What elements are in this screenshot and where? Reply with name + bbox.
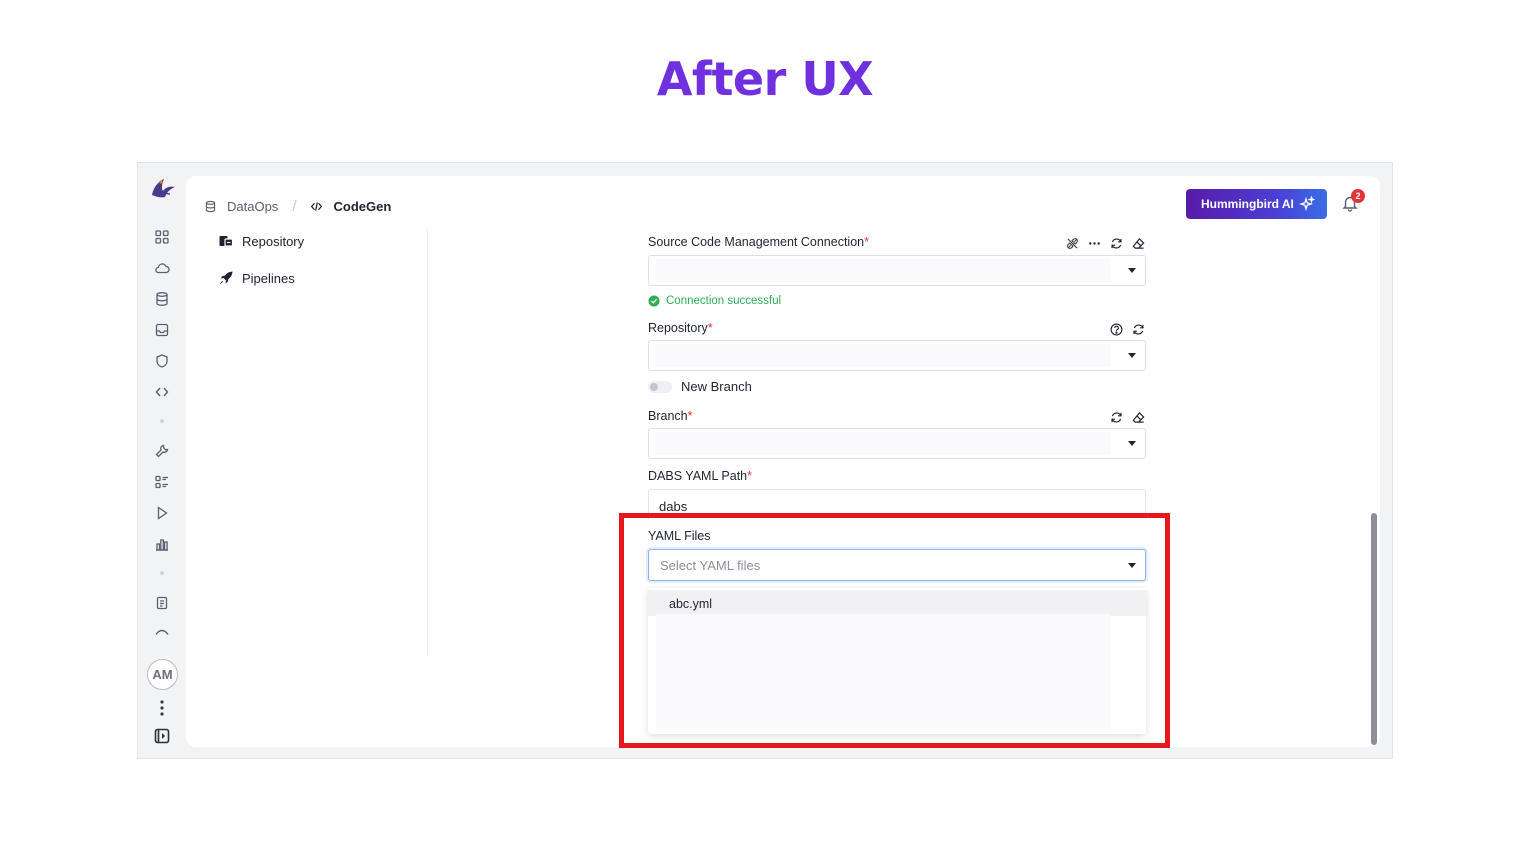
codegen-subnav: Repository Pipelines <box>218 228 428 656</box>
branch-select[interactable] <box>648 428 1146 459</box>
dropdown-option[interactable]: abc.yml <box>648 590 1146 616</box>
repository-select[interactable] <box>648 340 1146 371</box>
rail-divider <box>160 419 164 423</box>
caret-down-icon <box>1128 353 1136 358</box>
dashboard-icon[interactable] <box>154 229 170 245</box>
connection-status-text: Connection successful <box>666 295 782 307</box>
hummingbird-ai-button[interactable]: Hummingbird AI <box>1186 189 1327 219</box>
clipboard-icon[interactable] <box>154 595 170 611</box>
yaml-files-select[interactable]: Select YAML files <box>648 549 1146 581</box>
subnav-item-label: Repository <box>242 233 305 249</box>
shield-icon[interactable] <box>154 353 170 369</box>
caret-down-icon <box>1128 441 1136 446</box>
slide-title: After UX <box>656 52 874 106</box>
yaml-files-dropdown: abc.yml <box>648 588 1146 734</box>
select-value-area <box>656 259 1111 282</box>
breadcrumb-separator: / <box>292 197 297 215</box>
breadcrumb-dataops[interactable]: DataOps <box>227 199 278 214</box>
play-icon[interactable] <box>154 505 170 521</box>
dabs-yaml-path-input[interactable]: dabs <box>648 489 1146 519</box>
new-branch-row: New Branch <box>648 379 752 394</box>
code-icon <box>311 201 323 211</box>
cloud-icon[interactable] <box>154 260 170 276</box>
rocket-icon <box>219 271 233 285</box>
help-icon[interactable] <box>1110 323 1123 336</box>
dabs-yaml-path-label: DABS YAML Path* <box>648 469 752 483</box>
new-branch-label: New Branch <box>681 379 752 394</box>
main-card: DataOps / CodeGen Hummingbird AI 2 Repos… <box>186 176 1380 747</box>
eye-icon[interactable] <box>154 625 170 641</box>
collapse-sidebar-icon[interactable] <box>154 728 170 744</box>
refresh-icon[interactable] <box>1132 323 1145 336</box>
code-icon[interactable] <box>154 384 170 400</box>
branch-actions <box>1110 411 1145 424</box>
eraser-icon[interactable] <box>1132 237 1145 250</box>
subnav-item-label: Pipelines <box>242 270 295 286</box>
new-branch-toggle[interactable] <box>648 380 672 393</box>
scm-connection-label: Source Code Management Connection* <box>648 235 869 249</box>
hummingbird-logo-icon[interactable] <box>148 175 178 201</box>
yaml-files-placeholder: Select YAML files <box>660 558 761 573</box>
codegen-form: Source Code Management Connection* Conne… <box>648 176 1148 747</box>
repository-label: Repository* <box>648 321 713 335</box>
wrench-icon[interactable] <box>154 443 170 459</box>
branch-label: Branch* <box>648 409 693 423</box>
inbox-icon[interactable] <box>154 322 170 338</box>
dropdown-empty-area <box>656 614 1111 729</box>
subnav-item-repository[interactable]: Repository <box>218 230 304 252</box>
check-circle-icon <box>648 295 660 307</box>
breadcrumb-codegen[interactable]: CodeGen <box>333 199 391 214</box>
app-window: AM DataOps / CodeGen Hummingbird AI 2 Re… <box>137 162 1393 759</box>
more-horizontal-icon[interactable] <box>1088 237 1101 250</box>
connection-status: Connection successful <box>648 295 781 307</box>
refresh-icon[interactable] <box>1110 411 1123 424</box>
subnav-item-pipelines[interactable]: Pipelines <box>218 267 295 289</box>
more-vertical-icon[interactable] <box>160 700 164 716</box>
scrollbar[interactable] <box>1371 513 1377 745</box>
eraser-icon[interactable] <box>1132 411 1145 424</box>
database-icon[interactable] <box>154 291 170 307</box>
list-icon[interactable] <box>154 474 170 490</box>
refresh-icon[interactable] <box>1110 237 1123 250</box>
rail-divider <box>160 571 164 575</box>
avatar[interactable]: AM <box>147 659 178 690</box>
breadcrumb: DataOps / CodeGen <box>204 196 391 216</box>
sparkle-icon <box>1299 196 1315 212</box>
scm-connection-select[interactable] <box>648 255 1146 286</box>
caret-down-icon <box>1128 563 1136 568</box>
select-value-area <box>656 344 1111 367</box>
repository-actions <box>1110 323 1145 336</box>
scm-connection-actions <box>1066 237 1145 250</box>
hummingbird-ai-label: Hummingbird AI <box>1201 197 1294 211</box>
caret-down-icon <box>1128 268 1136 273</box>
bar-chart-icon[interactable] <box>154 536 170 552</box>
disconnect-icon[interactable] <box>1066 237 1079 250</box>
yaml-files-label: YAML Files <box>648 529 711 543</box>
database-icon <box>205 200 216 212</box>
select-value-area <box>656 432 1111 455</box>
notification-count-badge: 2 <box>1351 189 1365 203</box>
icon-rail: AM <box>138 163 186 758</box>
repository-icon <box>219 236 234 247</box>
